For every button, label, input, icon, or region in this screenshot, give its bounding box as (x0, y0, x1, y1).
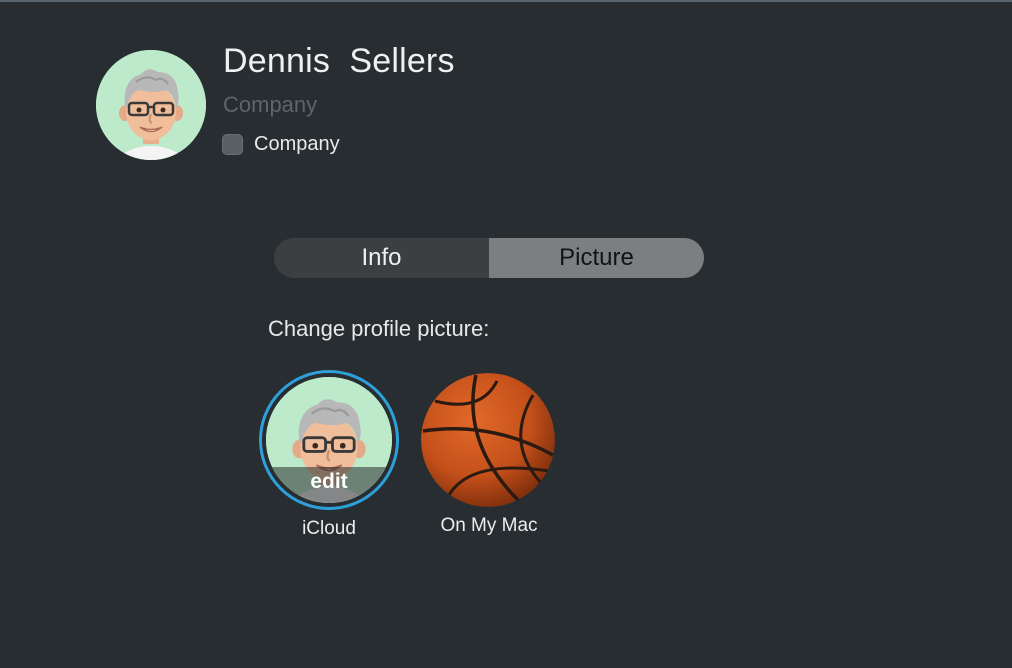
contact-avatar[interactable] (96, 50, 206, 160)
memoji-avatar-icon (96, 50, 206, 160)
tab-picture[interactable]: Picture (489, 238, 704, 278)
company-field[interactable]: Company (223, 92, 317, 118)
window-top-border (0, 0, 1012, 2)
company-checkbox[interactable]: Company (222, 133, 340, 156)
company-checkbox-label: Company (254, 133, 340, 155)
picture-option-icloud[interactable]: edit iCloud (259, 370, 399, 540)
picture-option-label: iCloud (302, 518, 356, 539)
basketball-picture[interactable] (421, 373, 555, 507)
contact-name[interactable]: Dennis Sellers (223, 42, 455, 81)
info-picture-segmented-control[interactable]: Info Picture (274, 238, 704, 278)
edit-overlay[interactable]: edit (266, 467, 392, 503)
checkbox-box[interactable] (222, 134, 243, 155)
picture-option-on-my-mac[interactable]: On My Mac (421, 373, 557, 537)
change-picture-heading: Change profile picture: (268, 316, 490, 341)
tab-info[interactable]: Info (274, 238, 489, 278)
icloud-picture[interactable]: edit (266, 377, 392, 503)
picture-option-label: On My Mac (440, 515, 538, 536)
selection-ring: edit (259, 370, 399, 510)
basketball-icon (421, 373, 555, 507)
